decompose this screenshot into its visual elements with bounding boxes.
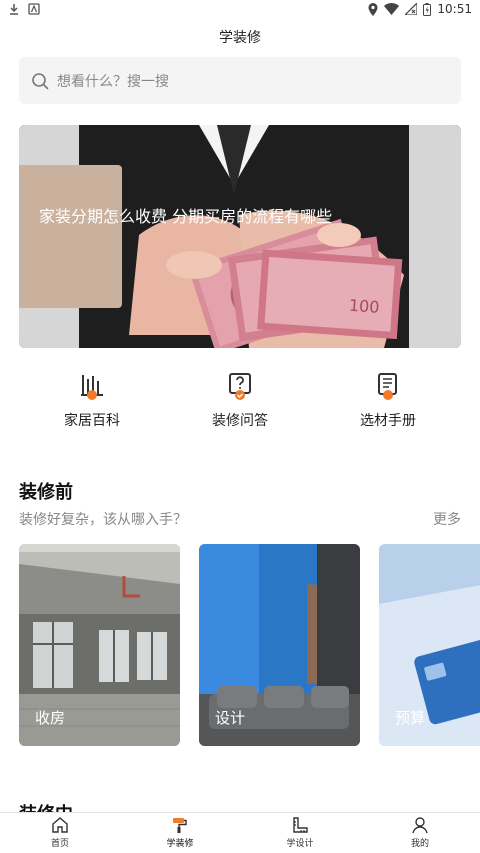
section-title-before: 装修前 <box>19 482 73 503</box>
page-title: 学装修 <box>219 30 261 46</box>
tab-profile[interactable]: 我的 <box>360 816 480 849</box>
tab-learn-design[interactable]: 学设计 <box>240 816 360 849</box>
card-label: 收房 <box>35 709 66 727</box>
no-signal-icon <box>405 3 418 15</box>
banner-title[interactable]: 家装分期怎么收费 分期买房的流程有哪些 <box>39 203 332 227</box>
app-notification-icon <box>28 3 40 15</box>
quick-link-qa[interactable]: 装修问答 <box>180 372 300 430</box>
card-label: 预算 <box>395 709 426 727</box>
tab-learn-renovation[interactable]: 学装修 <box>120 816 240 849</box>
section-subtitle-before: 装修好复杂，该从哪入手？ <box>19 512 187 528</box>
tab-label: 学设计 <box>286 839 314 849</box>
banner-carousel[interactable]: 100 家装分期怎么收费 分期买房的流程有哪些 <box>19 125 461 348</box>
tab-label: 我的 <box>410 839 429 849</box>
card-label: 设计 <box>215 709 246 727</box>
quick-link-encyclopedia[interactable]: 家居百科 <box>32 372 152 430</box>
clock: 10:51 <box>437 2 472 16</box>
card-move-in[interactable]: 收房 <box>19 544 180 746</box>
location-icon <box>368 2 378 16</box>
wifi-icon <box>384 3 400 15</box>
home-icon <box>52 817 68 833</box>
status-bar: 10:51 <box>0 0 480 20</box>
download-icon <box>10 4 18 15</box>
quick-link-label: 家居百科 <box>64 413 120 429</box>
quick-links: 家居百科 装修问答 选材手册 <box>0 372 480 434</box>
quick-link-label: 选材手册 <box>360 413 416 429</box>
battery-icon <box>423 2 432 16</box>
card-design[interactable]: 设计 <box>199 544 360 746</box>
more-link[interactable]: 更多 <box>433 509 461 529</box>
user-icon <box>412 817 428 834</box>
search-icon <box>32 72 49 89</box>
banner-overlay <box>19 165 122 308</box>
question-icon <box>229 373 251 400</box>
banknote-numeral: 100 <box>348 296 380 317</box>
ruler-icon <box>293 817 308 833</box>
tab-label: 学装修 <box>166 839 194 849</box>
bottom-tab-bar: 首页 学装修 学设计 我的 <box>0 812 480 853</box>
app-bar: 学装修 <box>0 20 480 54</box>
quick-link-label: 装修问答 <box>212 413 268 429</box>
card-budget[interactable]: 预算 <box>379 544 480 746</box>
tab-label: 首页 <box>50 839 69 849</box>
search-input[interactable]: 想看什么？搜一搜 <box>57 71 169 91</box>
quick-link-materials[interactable]: 选材手册 <box>328 372 448 430</box>
tab-home[interactable]: 首页 <box>0 816 120 849</box>
search-bar[interactable]: 想看什么？搜一搜 <box>19 57 461 104</box>
card-carousel[interactable]: 收房 设计 预算 <box>19 544 480 746</box>
manual-icon <box>378 373 397 400</box>
paint-roller-icon <box>173 818 187 833</box>
encyclopedia-icon <box>81 375 103 400</box>
